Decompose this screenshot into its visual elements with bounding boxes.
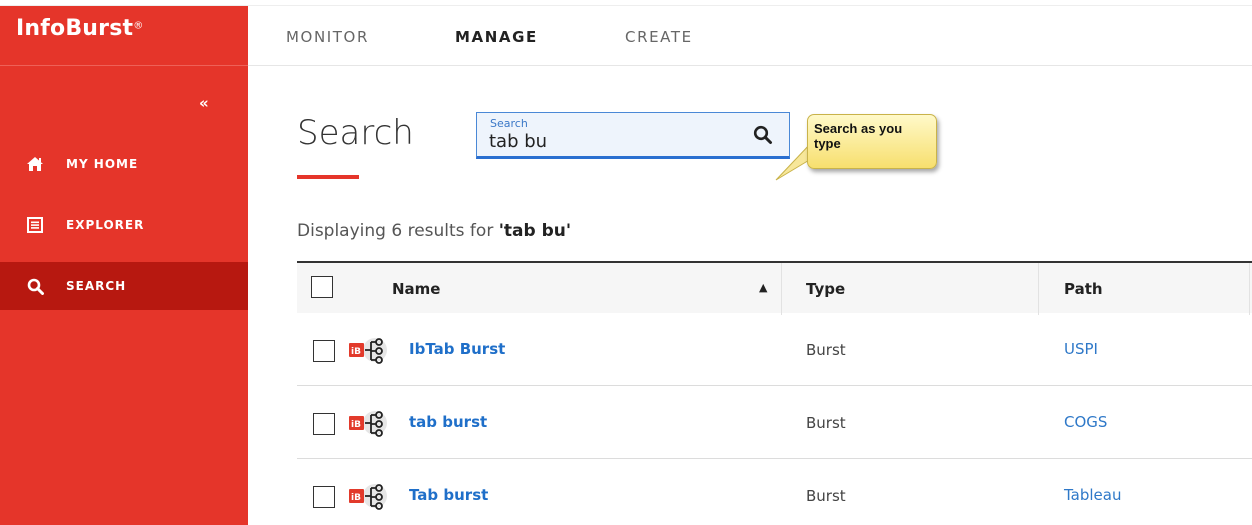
tab-manage[interactable]: MANAGE (455, 28, 538, 46)
search-icon (26, 277, 44, 295)
column-header-path[interactable]: Path (1064, 280, 1103, 298)
column-divider (1038, 263, 1039, 315)
logo-registered-mark: ® (133, 20, 144, 32)
sidebar-item-label: SEARCH (66, 279, 127, 293)
svg-text:iB: iB (351, 347, 361, 357)
burst-path-link[interactable]: USPI (1064, 340, 1098, 358)
burst-name-link[interactable]: tab burst (409, 413, 487, 431)
burst-type: Burst (806, 341, 846, 359)
collapse-sidebar-button[interactable]: « (199, 94, 209, 112)
burst-path-link[interactable]: COGS (1064, 413, 1107, 431)
sidebar-item-my-home[interactable]: MY HOME (0, 140, 248, 188)
column-divider (1249, 263, 1250, 315)
burst-type: Burst (806, 414, 846, 432)
logo-text: InfoBurst (16, 16, 134, 41)
table-row[interactable]: iB IbTab Burst Burst USPI (297, 313, 1252, 386)
burst-icon: iB (349, 483, 389, 515)
column-header-type[interactable]: Type (806, 280, 845, 298)
burst-type: Burst (806, 487, 846, 505)
table-header: Name ▲ Type Path (297, 261, 1252, 315)
search-input[interactable] (489, 130, 739, 152)
sidebar: InfoBurst® « MY HOME EXPLORER SEARCH (0, 6, 248, 525)
table-row[interactable]: iB tab burst Burst COGS (297, 386, 1252, 459)
callout-tooltip: Search as you type (807, 114, 937, 169)
row-checkbox[interactable] (313, 340, 335, 362)
table-row[interactable]: iB Tab burst Burst Tableau (297, 459, 1252, 525)
select-all-checkbox[interactable] (311, 276, 333, 298)
sort-ascending-icon[interactable]: ▲ (759, 281, 767, 294)
search-field[interactable]: Search (476, 112, 790, 159)
svg-text:iB: iB (351, 420, 361, 430)
results-query: 'tab bu' (498, 221, 572, 241)
row-checkbox[interactable] (313, 486, 335, 508)
sidebar-item-explorer[interactable]: EXPLORER (0, 201, 248, 249)
sidebar-item-search[interactable]: SEARCH (0, 262, 248, 310)
results-table: Name ▲ Type Path iB IbTab Burst Burst US… (297, 261, 1252, 525)
burst-icon: iB (349, 337, 389, 369)
search-field-label: Search (490, 117, 528, 130)
svg-text:iB: iB (351, 493, 361, 503)
logo[interactable]: InfoBurst® (0, 6, 248, 66)
tab-create[interactable]: CREATE (625, 28, 693, 46)
tab-monitor[interactable]: MONITOR (286, 28, 369, 46)
burst-name-link[interactable]: Tab burst (409, 486, 488, 504)
column-divider (781, 263, 782, 315)
row-checkbox[interactable] (313, 413, 335, 435)
list-icon (26, 216, 44, 234)
burst-icon: iB (349, 410, 389, 442)
burst-path-link[interactable]: Tableau (1064, 486, 1122, 504)
top-navigation: MONITOR MANAGE CREATE (248, 6, 1252, 66)
burst-name-link[interactable]: IbTab Burst (409, 340, 505, 358)
sidebar-item-label: MY HOME (66, 157, 139, 171)
title-underline (297, 175, 359, 179)
results-summary: Displaying 6 results for 'tab bu' (297, 221, 571, 241)
sidebar-item-label: EXPLORER (66, 218, 145, 232)
column-header-name[interactable]: Name (392, 280, 440, 298)
home-icon (26, 155, 44, 173)
results-prefix: Displaying 6 results for (297, 221, 499, 241)
callout-text: Search as you type (814, 121, 903, 151)
page-title: Search (297, 113, 414, 153)
